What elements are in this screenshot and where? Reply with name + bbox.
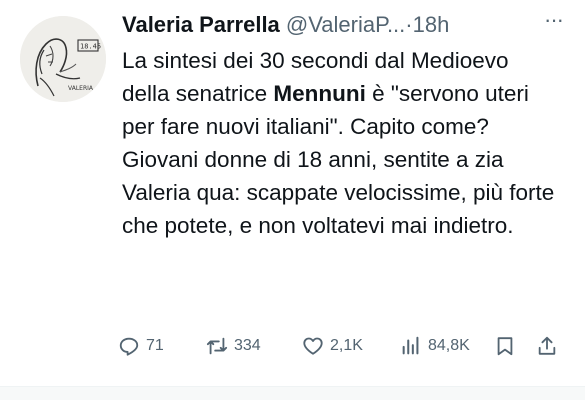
more-icon[interactable]: ···: [544, 9, 564, 31]
avatar[interactable]: 18.45 VALERIA: [20, 16, 106, 102]
like-count: 2,1K: [330, 337, 363, 354]
like-icon: [303, 337, 323, 355]
tweet-card[interactable]: 18.45 VALERIA Valeria Parrella @ValeriaP…: [0, 0, 585, 386]
reply-count: 71: [146, 337, 164, 354]
avatar-sketch-image: 18.45 VALERIA: [20, 16, 106, 102]
repost-button[interactable]: 334: [206, 332, 261, 360]
author-handle[interactable]: @ValeriaP...: [286, 12, 405, 37]
share-icon: [538, 336, 556, 355]
tweet-text-mention: Mennuni: [273, 81, 366, 106]
bookmark-icon: [497, 337, 513, 356]
separator-dot: ·: [405, 12, 413, 37]
repost-icon: [206, 337, 228, 355]
like-button[interactable]: 2,1K: [302, 332, 363, 360]
avatar-sign-text: 18.45: [80, 43, 101, 51]
views-count: 84,8K: [428, 337, 470, 354]
reply-button[interactable]: 71: [118, 332, 164, 360]
tweet-header: Valeria Parrella @ValeriaP...·18h: [122, 10, 562, 40]
reply-icon: [119, 337, 139, 356]
tweet-text: La sintesi dei 30 secondi dal Medioevo d…: [122, 44, 562, 242]
repost-count: 334: [234, 337, 261, 354]
views-button[interactable]: 84,8K: [400, 332, 470, 360]
tweet-actions: 71 334 2,1K 84,8K: [118, 332, 566, 360]
tweet-timestamp[interactable]: 18h: [413, 12, 450, 37]
bookmark-button[interactable]: [494, 332, 516, 360]
author-name[interactable]: Valeria Parrella: [122, 12, 280, 37]
next-item-strip: [0, 387, 585, 400]
avatar-signature-text: VALERIA: [68, 85, 94, 92]
views-icon: [402, 336, 419, 355]
share-button[interactable]: [536, 332, 558, 360]
